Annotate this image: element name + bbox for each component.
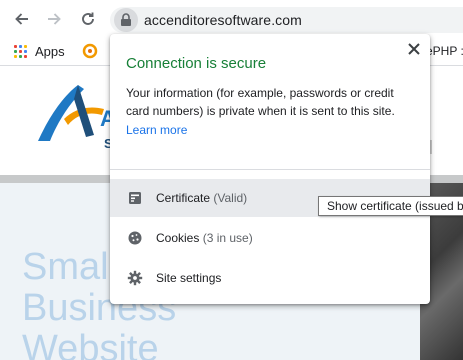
popup-divider (110, 169, 430, 170)
bookmark-favicon-icon[interactable] (82, 43, 98, 59)
site-info-popup: Connection is secure Your information (f… (110, 34, 430, 304)
site-info-button[interactable] (114, 8, 138, 32)
bookmark-apps[interactable]: Apps (14, 44, 65, 59)
reload-icon (82, 12, 94, 25)
site-settings-label: Site settings (156, 271, 222, 285)
arrow-left-icon (15, 13, 28, 25)
address-bar[interactable]: accenditoresoftware.com (110, 7, 463, 33)
gear-icon (127, 270, 143, 286)
cookies-item[interactable]: Cookies (3 in use) (110, 219, 430, 257)
browser-toolbar: accenditoresoftware.com (0, 0, 463, 38)
reload-button[interactable] (78, 9, 98, 29)
site-settings-item[interactable]: Site settings (110, 259, 430, 297)
bookmark-apps-label: Apps (35, 44, 65, 59)
back-button[interactable] (12, 9, 32, 29)
certificate-icon (127, 190, 143, 206)
close-icon[interactable] (407, 42, 421, 56)
forward-button[interactable] (44, 9, 64, 29)
popup-description: Your information (for example, passwords… (126, 86, 395, 118)
bookmark-php[interactable]: ePHP : (426, 44, 463, 58)
lock-icon (121, 13, 131, 26)
learn-more-link[interactable]: Learn more (126, 123, 187, 137)
nav-separator (430, 140, 432, 154)
popup-title: Connection is secure (126, 55, 267, 72)
url-text[interactable]: accenditoresoftware.com (144, 12, 302, 28)
arrow-right-icon (48, 13, 61, 25)
certificate-tooltip: Show certificate (issued b (318, 196, 463, 216)
hero-line: Website (22, 328, 159, 360)
site-logo-icon (38, 85, 104, 141)
certificate-label: Certificate (Valid) (156, 191, 248, 205)
cookies-label: Cookies (3 in use) (156, 231, 253, 245)
apps-grid-icon (14, 45, 27, 58)
cookie-icon (127, 230, 143, 246)
